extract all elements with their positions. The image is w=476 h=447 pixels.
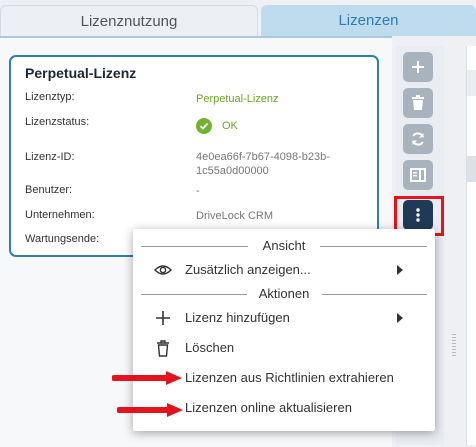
menu-item-add-license[interactable]: Lizenz hinzufügen bbox=[133, 304, 435, 332]
menu-item-label: Löschen bbox=[185, 340, 235, 355]
license-card-title: Perpetual-Lizenz bbox=[25, 65, 137, 81]
license-status-value: OK bbox=[222, 120, 238, 132]
license-status-label: Lizenzstatus: bbox=[25, 116, 90, 128]
trash-icon bbox=[412, 95, 424, 110]
license-user-value: - bbox=[196, 185, 200, 197]
maintenance-end-label: Wartungsende: bbox=[25, 233, 100, 245]
right-pane bbox=[466, 46, 476, 445]
details-panel-button[interactable] bbox=[403, 160, 433, 190]
add-button[interactable] bbox=[403, 52, 433, 82]
tab-lizenznutzung[interactable]: Lizenznutzung bbox=[0, 5, 258, 36]
splitter-handle[interactable] bbox=[452, 334, 456, 358]
menu-section-actions: Aktionen bbox=[141, 286, 427, 302]
license-company-value: DriveLock CRM bbox=[196, 210, 274, 222]
annotation-arrow-icon bbox=[117, 403, 183, 417]
delete-button[interactable] bbox=[403, 88, 433, 118]
menu-item-label: Zusätzlich anzeigen... bbox=[185, 262, 311, 277]
license-card[interactable]: Perpetual-Lizenz Lizenztyp: Perpetual-Li… bbox=[9, 55, 379, 257]
menu-item-label: Lizenzen aus Richtlinien extrahieren bbox=[185, 370, 394, 385]
panel-icon bbox=[410, 168, 426, 182]
menu-item-label: Lizenz hinzufügen bbox=[185, 310, 290, 325]
tab-lizenzen[interactable]: Lizenzen bbox=[261, 5, 476, 36]
license-type-value: Perpetual-Lizenz bbox=[196, 93, 279, 105]
eye-icon bbox=[153, 260, 173, 280]
right-pane-header bbox=[467, 70, 476, 96]
plus-icon bbox=[412, 61, 424, 73]
license-id-value: 4e0ea66f-7b67-4098-b23b-1c55a0d00000 bbox=[196, 151, 330, 177]
license-company-label: Unternehmen: bbox=[25, 209, 95, 221]
license-id-label: Lizenz-ID: bbox=[25, 151, 75, 163]
right-pane-row bbox=[467, 156, 476, 182]
chevron-right-icon bbox=[397, 313, 403, 323]
check-circle-icon bbox=[196, 118, 212, 134]
context-menu: Ansicht Zusätzlich anzeigen... Aktionen … bbox=[133, 229, 435, 431]
menu-item-show-additional[interactable]: Zusätzlich anzeigen... bbox=[133, 256, 435, 284]
license-user-label: Benutzer: bbox=[25, 184, 73, 196]
refresh-button[interactable] bbox=[403, 124, 433, 154]
chevron-right-icon bbox=[397, 265, 403, 275]
menu-item-delete[interactable]: Löschen bbox=[133, 334, 435, 362]
menu-section-view: Ansicht bbox=[141, 238, 427, 254]
menu-item-label: Lizenzen online aktualisieren bbox=[185, 400, 352, 415]
license-type-label: Lizenztyp: bbox=[25, 91, 75, 103]
trash-icon bbox=[153, 338, 173, 358]
plus-icon bbox=[153, 308, 173, 328]
refresh-icon bbox=[412, 132, 424, 146]
annotation-arrow-icon bbox=[112, 371, 182, 385]
tab-bar: Lizenznutzung Lizenzen bbox=[0, 0, 476, 36]
